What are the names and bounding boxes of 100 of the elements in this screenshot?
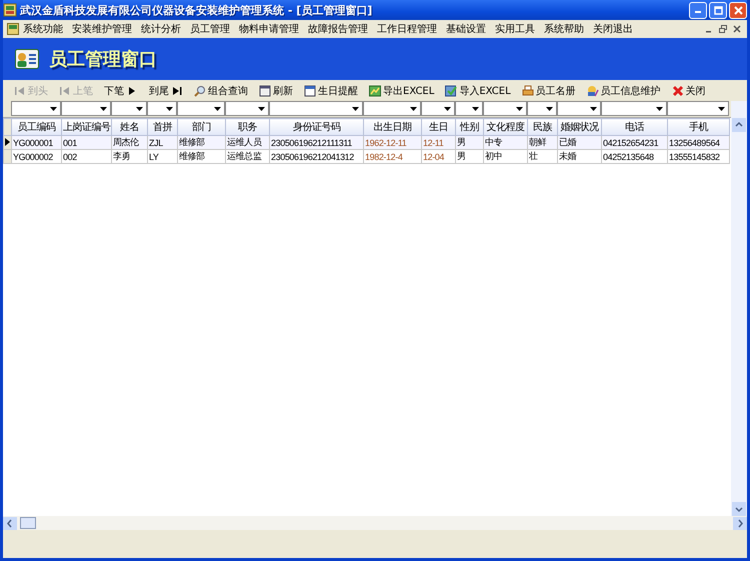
edit-button[interactable]: 员工信息维护 [582, 81, 666, 100]
filter-dropdown[interactable] [455, 101, 483, 116]
column-header[interactable]: 婚姻状况 [558, 118, 602, 136]
table-cell: 维修部 [178, 150, 226, 164]
menu-item[interactable]: 故障报告管理 [306, 22, 375, 36]
column-header[interactable]: 员工编码 [12, 118, 62, 136]
menu-item[interactable]: 员工管理 [188, 22, 237, 36]
printer-icon [522, 84, 534, 96]
menu-item[interactable]: 安装维护管理 [70, 22, 139, 36]
table-cell: 朝鲜 [528, 136, 558, 150]
checkmark-icon [445, 84, 458, 96]
vertical-scrollbar[interactable] [731, 101, 747, 516]
column-header[interactable]: 电话 [602, 118, 668, 136]
calendar-button[interactable]: 生日提醒 [299, 81, 363, 100]
close-button[interactable]: 关闭 [666, 81, 711, 100]
column-header[interactable]: 生日 [422, 118, 456, 136]
column-header[interactable]: 文化程度 [484, 118, 528, 136]
column-header[interactable]: 性别 [456, 118, 484, 136]
filter-dropdown[interactable] [421, 101, 455, 116]
menu-item[interactable]: 统计分析 [139, 22, 188, 36]
table-cell: 13555145832 [668, 150, 730, 164]
window-heading: 员工管理窗口 [49, 48, 157, 71]
table-row[interactable]: YG000002 002 李勇 LY 维修部 运维总监 230506196212041312 1982-12-4 12-04 男 初中 壮 未婚 04252135648 13555145832 [4, 150, 730, 164]
import-button[interactable]: 导入EXCEL [440, 81, 516, 100]
menu-item[interactable]: 工作日程管理 [375, 22, 444, 36]
filter-dropdown[interactable] [557, 101, 601, 116]
scroll-up-icon[interactable] [732, 118, 746, 132]
menu-item[interactable]: 物料申请管理 [237, 22, 306, 36]
menu-item[interactable]: 系统帮助 [542, 22, 591, 36]
column-header[interactable]: 部门 [178, 118, 226, 136]
maximize-button[interactable] [709, 2, 727, 18]
table-cell: LY [148, 150, 178, 164]
calendar-icon [304, 84, 316, 96]
maximize-icon [714, 6, 722, 14]
table-cell: 04252135648 [602, 150, 668, 164]
restore-icon[interactable] [719, 25, 727, 33]
dropdown-arrow-icon [718, 106, 725, 110]
column-header[interactable]: 首拼 [148, 118, 178, 136]
filter-dropdown[interactable] [111, 101, 147, 116]
column-header[interactable]: 姓名 [112, 118, 148, 136]
dropdown-arrow-icon [590, 106, 597, 110]
menu-item[interactable]: 系统功能 [21, 22, 70, 36]
dropdown-arrow-icon [258, 106, 265, 110]
table-cell: 已婚 [558, 136, 602, 150]
table-cell: 李勇 [112, 150, 148, 164]
menu-item[interactable]: 实用工具 [493, 22, 542, 36]
table-cell: 002 [62, 150, 112, 164]
dropdown-arrow-icon [100, 106, 107, 110]
column-header[interactable]: 上岗证编号 [62, 118, 112, 136]
id-card-icon [15, 49, 39, 69]
close-icon [734, 6, 742, 14]
table-cell: 13256489564 [668, 136, 730, 150]
column-header[interactable]: 职务 [226, 118, 270, 136]
table-cell: 230506196212111311 [270, 136, 364, 150]
close-icon[interactable] [733, 25, 741, 33]
table-cell: 12-04 [422, 150, 456, 164]
dropdown-arrow-icon [516, 106, 523, 110]
filter-dropdown[interactable] [147, 101, 177, 116]
table-cell: 12-11 [422, 136, 456, 150]
menu-item[interactable]: 基础设置 [444, 22, 493, 36]
print-button[interactable]: 员工名册 [516, 81, 581, 100]
skip-back-icon [14, 84, 26, 96]
column-header[interactable]: 民族 [528, 118, 558, 136]
close-icon [672, 84, 684, 96]
menu-item[interactable]: 关闭退出 [591, 22, 640, 36]
scroll-thumb[interactable] [20, 517, 36, 529]
filter-dropdown[interactable] [225, 101, 269, 116]
dropdown-arrow-icon [444, 106, 451, 110]
window-icon [259, 84, 271, 96]
close-button[interactable] [729, 2, 747, 18]
column-header[interactable]: 手机 [668, 118, 730, 136]
export-button[interactable]: 导出EXCEL [364, 81, 440, 100]
filter-dropdown[interactable] [483, 101, 527, 116]
next-button[interactable]: 下笔 [99, 81, 143, 100]
scroll-right-icon[interactable] [733, 516, 747, 530]
window-title: 武汉金盾科技发展有限公司仪器设备安装维护管理系统 - [员工管理窗口] [20, 2, 372, 18]
table-cell: 未婚 [558, 150, 602, 164]
table-cell: 1982-12-4 [364, 150, 422, 164]
scroll-left-icon[interactable] [3, 516, 17, 530]
table-row[interactable]: YG000001 001 周杰伦 ZJL 维修部 运维人员 230506196212111311 1962-12-11 12-11 男 中专 朝鲜 已婚 042152654231 13256489564 [4, 136, 730, 150]
table-cell: 1962-12-11 [364, 136, 422, 150]
column-header[interactable]: 身份证号码 [270, 118, 364, 136]
table-cell: 运维人员 [226, 136, 270, 150]
table-cell: YG000002 [12, 150, 62, 164]
dropdown-arrow-icon [352, 106, 359, 110]
table-cell: 中专 [484, 136, 528, 150]
column-header[interactable]: 出生日期 [364, 118, 422, 136]
scroll-down-icon[interactable] [732, 502, 746, 516]
horizontal-scrollbar[interactable] [3, 516, 747, 530]
search-icon [194, 84, 206, 96]
table-cell: 周杰伦 [112, 136, 148, 150]
table-cell: 230506196212041312 [270, 150, 364, 164]
minimize-button[interactable] [689, 2, 707, 18]
table-cell: 042152654231 [602, 136, 668, 150]
search-button[interactable]: 组合查询 [189, 81, 253, 100]
dropdown-arrow-icon [166, 106, 173, 110]
filter-dropdown[interactable] [527, 101, 557, 116]
last-button[interactable]: 到尾 [144, 81, 188, 100]
refresh-button[interactable]: 刷新 [254, 81, 298, 100]
table-cell: ZJL [148, 136, 178, 150]
